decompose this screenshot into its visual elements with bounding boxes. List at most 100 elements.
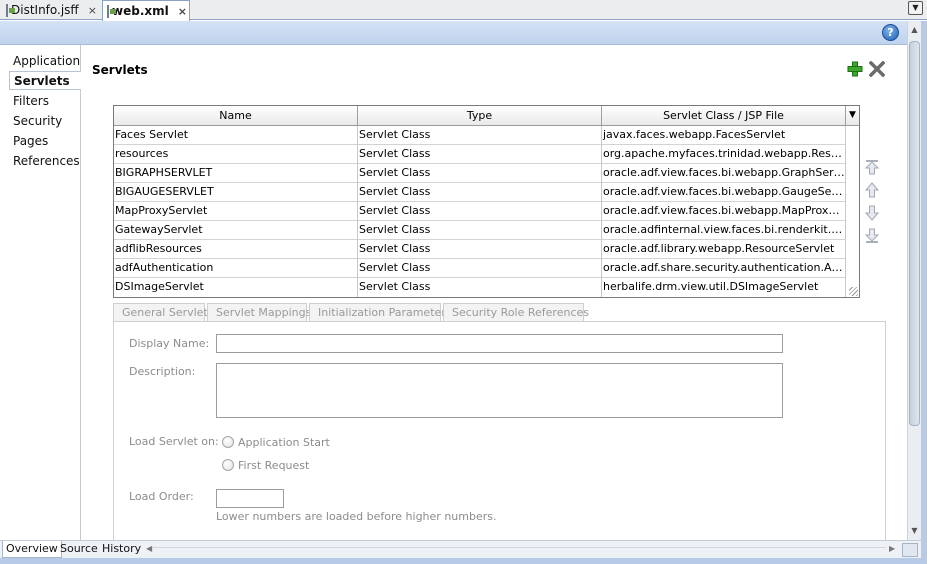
- cell-type: Servlet Class: [358, 259, 602, 278]
- window-frame-bottom: [0, 558, 927, 564]
- cell-type: Servlet Class: [358, 240, 602, 259]
- cell-name: DSImageServlet: [114, 278, 358, 297]
- cell-name: MapProxyServlet: [114, 202, 358, 221]
- servlet-detail-form: Display Name: Description: Load Servlet …: [113, 321, 886, 540]
- vertical-scrollbar[interactable]: ▲ ▼: [907, 21, 921, 540]
- table-row[interactable]: adflibResources Servlet Class oracle.adf…: [114, 240, 846, 259]
- resize-grip[interactable]: [849, 287, 858, 296]
- add-icon[interactable]: [847, 61, 863, 77]
- scroll-down-icon[interactable]: ▼: [908, 524, 921, 538]
- sidebar-item-filters[interactable]: Filters: [13, 94, 49, 108]
- cell-class: oracle.adf.share.security.authentication…: [602, 259, 846, 278]
- cell-type: Servlet Class: [358, 183, 602, 202]
- delete-icon[interactable]: [869, 61, 885, 77]
- cell-type: Servlet Class: [358, 164, 602, 183]
- table-row[interactable]: BIGAUGESERVLET Servlet Class oracle.adf.…: [114, 183, 846, 202]
- cell-class: oracle.adf.view.faces.bi.webapp.MapProxy…: [602, 202, 846, 221]
- servlets-table: Name Type Servlet Class / JSP File ▼ Fac…: [113, 105, 860, 298]
- scroll-up-icon[interactable]: ▲: [908, 23, 921, 37]
- file-icon: [6, 3, 15, 17]
- column-header-class[interactable]: Servlet Class / JSP File: [602, 106, 846, 125]
- cell-name: adflibResources: [114, 240, 358, 259]
- close-icon[interactable]: ×: [88, 4, 97, 17]
- tab-servlet-mappings[interactable]: Servlet Mappings: [207, 303, 311, 321]
- cell-class: oracle.adf.view.faces.bi.webapp.GraphSer…: [602, 164, 846, 183]
- display-name-input[interactable]: [216, 334, 783, 353]
- scroll-right-icon[interactable]: ▶: [889, 544, 895, 553]
- cell-name: Faces Servlet: [114, 126, 358, 145]
- file-icon: [107, 4, 116, 18]
- table-row[interactable]: Faces Servlet Servlet Class javax.faces.…: [114, 126, 846, 145]
- cell-name: adfAuthentication: [114, 259, 358, 278]
- tab-web-xml[interactable]: web.xml ×: [102, 0, 190, 21]
- tab-label: web.xml: [112, 4, 169, 18]
- load-order-label: Load Order:: [129, 490, 194, 503]
- sidebar-item-security[interactable]: Security: [13, 114, 62, 128]
- table-row[interactable]: GatewayServlet Servlet Class oracle.adfi…: [114, 221, 846, 240]
- sidebar-item-application[interactable]: Application: [13, 54, 80, 68]
- restore-layout-button[interactable]: [902, 543, 918, 557]
- table-row[interactable]: MapProxyServlet Servlet Class oracle.adf…: [114, 202, 846, 221]
- cell-type: Servlet Class: [358, 221, 602, 240]
- tab-security-role-references[interactable]: Security Role References: [443, 303, 589, 321]
- tab-initialization-parameters[interactable]: Initialization Parameters: [309, 303, 452, 321]
- cell-class: herbalife.drm.view.util.DSImageServlet: [602, 278, 846, 297]
- cell-type: Servlet Class: [358, 145, 602, 164]
- sidebar-item-references[interactable]: References: [13, 154, 80, 168]
- move-top-icon[interactable]: [864, 159, 880, 175]
- tab-general-servlet[interactable]: General Servlet: [113, 303, 208, 321]
- horizontal-scrollbar[interactable]: [152, 547, 886, 552]
- cell-class: oracle.adfinternal.view.faces.bi.renderk…: [602, 221, 846, 240]
- tab-label: DistInfo.jsff: [11, 3, 79, 17]
- load-servlet-on-label: Load Servlet on:: [129, 435, 219, 448]
- page-title: Servlets: [92, 63, 148, 77]
- close-icon[interactable]: ×: [178, 5, 187, 18]
- editor-bottom-bar: Overview Source History ◀ ▶: [0, 540, 921, 558]
- sidebar-item-servlets[interactable]: Servlets: [9, 71, 81, 90]
- move-down-icon[interactable]: [864, 205, 880, 221]
- load-order-hint: Lower numbers are loaded before higher n…: [216, 510, 497, 523]
- column-header-type[interactable]: Type: [358, 106, 602, 125]
- cell-class: oracle.adf.view.faces.bi.webapp.GaugeSer…: [602, 183, 846, 202]
- cell-class: javax.faces.webapp.FacesServlet: [602, 126, 846, 145]
- cell-name: resources: [114, 145, 358, 164]
- radio-application-start[interactable]: [222, 436, 234, 448]
- column-menu-icon[interactable]: ▼: [846, 106, 859, 125]
- tab-list-menu-button[interactable]: ▼: [908, 1, 923, 15]
- editor-tab-bar: DistInfo.jsff × web.xml × ▼: [0, 0, 927, 21]
- window-frame: [921, 21, 927, 564]
- tab-distinfo-jsff[interactable]: DistInfo.jsff ×: [2, 0, 99, 20]
- editor-toolbar: ?: [0, 21, 907, 45]
- table-row[interactable]: adfAuthentication Servlet Class oracle.a…: [114, 259, 846, 278]
- move-up-icon[interactable]: [864, 182, 880, 198]
- radio-label-application-start: Application Start: [238, 436, 330, 449]
- scrollbar-thumb[interactable]: [909, 41, 920, 426]
- description-textarea[interactable]: [216, 363, 783, 418]
- cell-name: BIGRAPHSERVLET: [114, 164, 358, 183]
- cell-class: oracle.adf.library.webapp.ResourceServle…: [602, 240, 846, 259]
- tab-history[interactable]: History: [99, 541, 144, 558]
- table-header: Name Type Servlet Class / JSP File ▼: [114, 106, 859, 126]
- table-row[interactable]: BIGRAPHSERVLET Servlet Class oracle.adf.…: [114, 164, 846, 183]
- editor-window: DistInfo.jsff × web.xml × ▼ ? Applicatio…: [0, 0, 927, 564]
- cell-class: org.apache.myfaces.trinidad.webapp.Resou…: [602, 145, 846, 164]
- table-row[interactable]: resources Servlet Class org.apache.myfac…: [114, 145, 846, 164]
- move-bottom-icon[interactable]: [864, 228, 880, 244]
- load-order-input[interactable]: [216, 489, 284, 508]
- tab-source[interactable]: Source: [57, 541, 101, 558]
- table-row[interactable]: DSImageServlet Servlet Class herbalife.d…: [114, 278, 846, 297]
- cell-type: Servlet Class: [358, 202, 602, 221]
- radio-label-first-request: First Request: [238, 459, 310, 472]
- column-header-name[interactable]: Name: [114, 106, 358, 125]
- sidebar-item-pages[interactable]: Pages: [13, 134, 48, 148]
- cell-type: Servlet Class: [358, 126, 602, 145]
- cell-name: GatewayServlet: [114, 221, 358, 240]
- help-icon[interactable]: ?: [882, 24, 899, 41]
- cell-name: BIGAUGESERVLET: [114, 183, 358, 202]
- sidebar: Application Servlets Filters Security Pa…: [0, 45, 81, 540]
- display-name-label: Display Name:: [129, 337, 210, 350]
- tab-overview[interactable]: Overview: [2, 541, 62, 558]
- description-label: Description:: [129, 365, 196, 378]
- radio-first-request[interactable]: [222, 459, 234, 471]
- servlets-panel: Servlets Name Type Servlet Class / JSP F…: [81, 51, 907, 540]
